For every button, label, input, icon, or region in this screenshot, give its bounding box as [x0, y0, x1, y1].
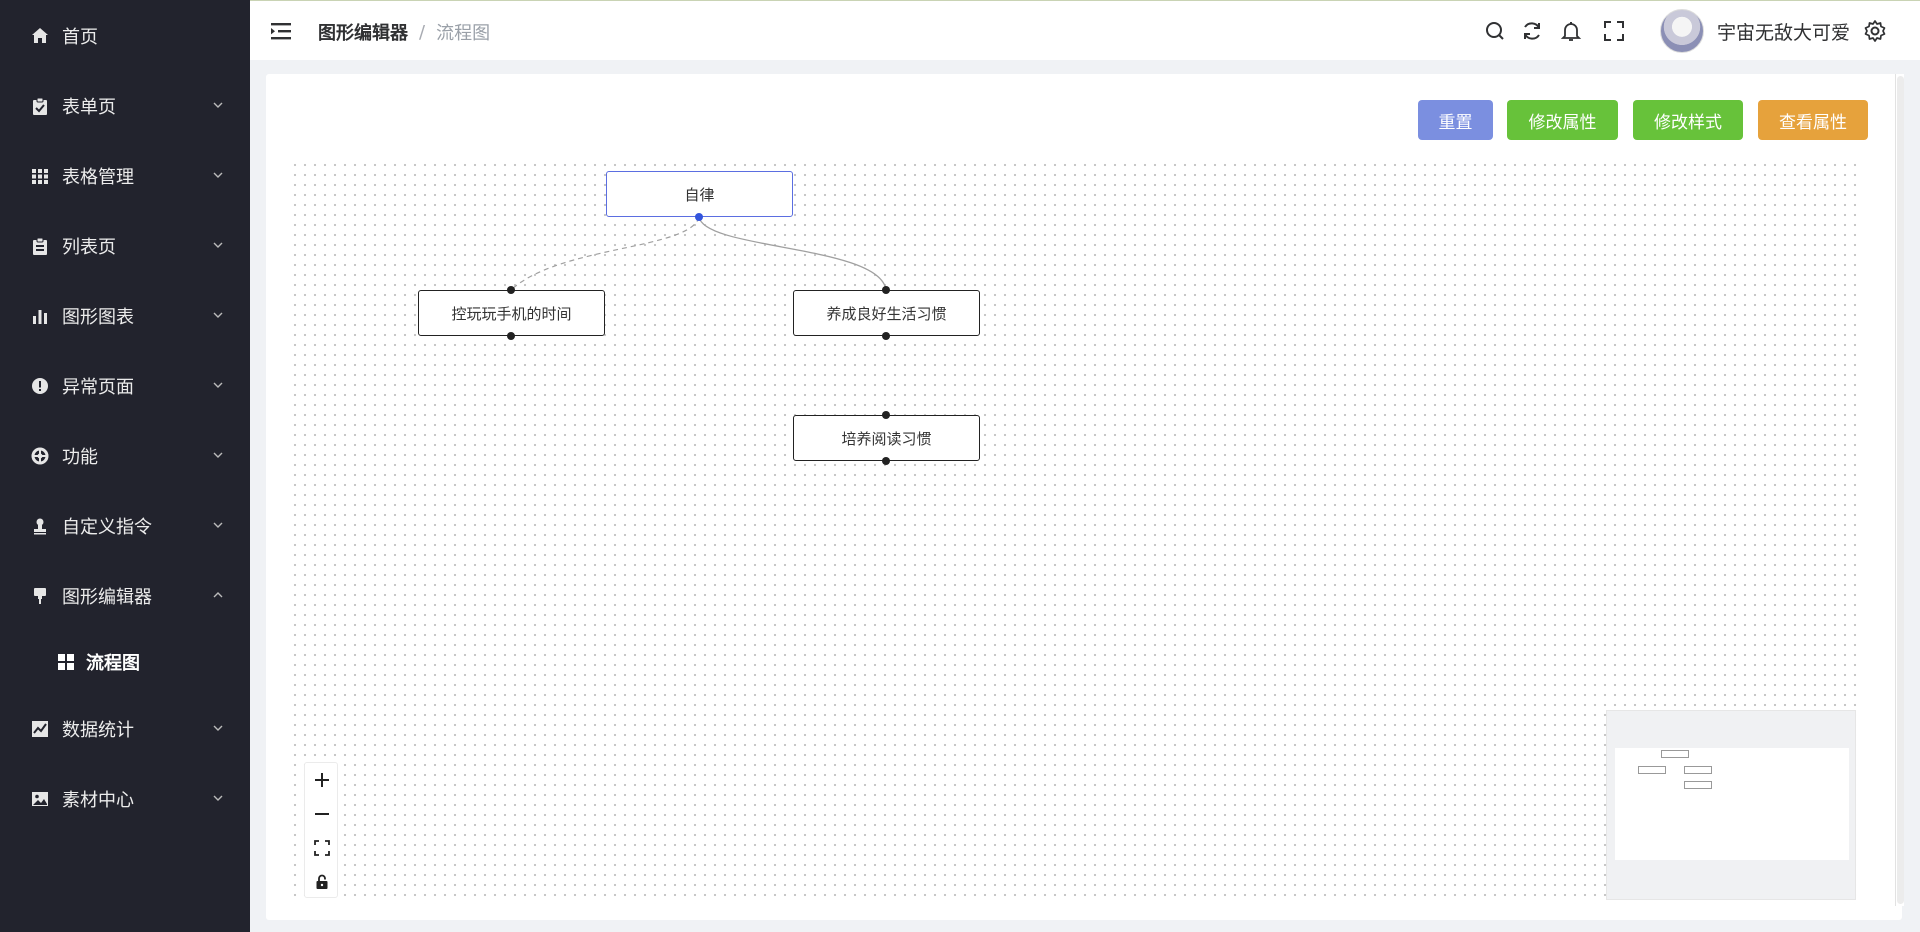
top-header: 图形编辑器 / 流程图 宇宙无敌大可爱 — [250, 0, 1920, 60]
node-anchor[interactable] — [882, 457, 890, 465]
zoom-out-icon[interactable] — [305, 797, 339, 831]
view-properties-button[interactable]: 查看属性 — [1758, 100, 1868, 140]
clipboard-list-icon — [30, 236, 50, 256]
grid-icon — [30, 166, 50, 186]
brush-icon — [30, 586, 50, 606]
sidebar-item-directive[interactable]: 自定义指令 — [0, 491, 250, 561]
fit-view-icon[interactable] — [305, 831, 339, 865]
zoom-in-icon[interactable] — [305, 763, 339, 797]
breadcrumb: 图形编辑器 / 流程图 — [318, 19, 490, 45]
flow-node-label: 自律 — [684, 185, 715, 204]
line-chart-icon — [30, 719, 50, 739]
minimap-viewport[interactable] — [1615, 748, 1849, 860]
username[interactable]: 宇宙无敌大可爱 — [1717, 18, 1850, 45]
chevron-down-icon — [213, 172, 223, 178]
vertical-scrollbar[interactable] — [1895, 74, 1904, 906]
sidebar-item-statistics[interactable]: 数据统计 — [0, 694, 250, 764]
edit-style-button[interactable]: 修改样式 — [1633, 100, 1743, 140]
sidebar: 首页 表单页 表格管理 列表页 图形图表 异常页面 功能 自定义指令 图形编辑器 — [0, 0, 250, 932]
chevron-down-icon — [213, 795, 223, 801]
clipboard-check-icon — [30, 96, 50, 116]
dashboard-grid-icon — [56, 652, 76, 672]
sidebar-item-label: 图形编辑器 — [62, 587, 152, 608]
minimap[interactable] — [1606, 710, 1856, 900]
sidebar-item-graph-editor[interactable]: 图形编辑器 — [0, 561, 250, 631]
flow-node-label: 培养阅读习惯 — [841, 429, 932, 448]
node-anchor[interactable] — [882, 286, 890, 294]
sidebar-item-label: 列表页 — [62, 237, 116, 258]
minimap-node — [1684, 766, 1712, 774]
chevron-down-icon — [213, 382, 223, 388]
chevron-down-icon — [213, 102, 223, 108]
sidebar-item-home[interactable]: 首页 — [0, 1, 250, 71]
node-anchor[interactable] — [882, 411, 890, 419]
scrollbar-thumb[interactable] — [1897, 76, 1904, 904]
zoom-controls — [304, 762, 338, 898]
sidebar-item-exception[interactable]: 异常页面 — [0, 351, 250, 421]
user-stamp-icon — [30, 516, 50, 536]
sidebar-item-assets[interactable]: 素材中心 — [0, 764, 250, 834]
node-anchor[interactable] — [507, 332, 515, 340]
flow-node[interactable]: 自律 — [606, 171, 793, 217]
node-anchor[interactable] — [882, 332, 890, 340]
minimap-node — [1661, 750, 1689, 758]
flow-node[interactable]: 控玩玩手机的时间 — [418, 290, 605, 336]
sidebar-subitem-flowchart[interactable]: 流程图 — [0, 633, 250, 691]
chevron-down-icon — [213, 522, 223, 528]
fullscreen-icon[interactable] — [1602, 19, 1626, 43]
reset-button[interactable]: 重置 — [1418, 100, 1493, 140]
chevron-down-icon — [213, 312, 223, 318]
sidebar-item-label: 功能 — [62, 447, 98, 468]
flow-node-label: 养成良好生活习惯 — [826, 304, 947, 323]
image-icon — [30, 789, 50, 809]
exclamation-circle-icon — [30, 376, 50, 396]
sidebar-item-label: 数据统计 — [62, 720, 134, 741]
breadcrumb-parent[interactable]: 图形编辑器 — [318, 19, 408, 45]
lifebuoy-icon — [30, 446, 50, 466]
node-anchor[interactable] — [695, 213, 703, 221]
sidebar-item-label: 表格管理 — [62, 167, 134, 188]
sidebar-item-label: 图形图表 — [62, 307, 134, 328]
chevron-up-icon — [213, 592, 223, 598]
search-icon[interactable] — [1483, 19, 1507, 43]
bar-chart-icon — [30, 306, 50, 326]
breadcrumb-current: 流程图 — [436, 23, 491, 44]
sidebar-item-label: 异常页面 — [62, 377, 134, 398]
node-anchor[interactable] — [507, 286, 515, 294]
sidebar-item-table[interactable]: 表格管理 — [0, 141, 250, 211]
minimap-node — [1638, 766, 1666, 774]
chevron-down-icon — [213, 242, 223, 248]
flow-node-label: 控玩玩手机的时间 — [451, 304, 572, 323]
home-icon — [30, 26, 50, 46]
flow-node[interactable]: 培养阅读习惯 — [793, 415, 980, 461]
sidebar-item-list[interactable]: 列表页 — [0, 211, 250, 281]
breadcrumb-separator: / — [419, 21, 426, 43]
flow-node[interactable]: 养成良好生活习惯 — [793, 290, 980, 336]
avatar[interactable] — [1660, 9, 1704, 53]
sidebar-item-label: 表单页 — [62, 97, 116, 118]
sidebar-subitem-label: 流程图 — [86, 653, 140, 674]
bell-icon[interactable] — [1559, 19, 1583, 43]
chevron-down-icon — [213, 452, 223, 458]
gear-icon[interactable] — [1863, 19, 1887, 43]
chevron-down-icon — [213, 725, 223, 731]
sidebar-item-label: 首页 — [62, 27, 98, 48]
menu-collapse-icon[interactable] — [271, 21, 293, 41]
sidebar-item-form[interactable]: 表单页 — [0, 71, 250, 141]
sidebar-item-label: 素材中心 — [62, 790, 134, 811]
edit-properties-button[interactable]: 修改属性 — [1507, 100, 1618, 140]
sidebar-item-function[interactable]: 功能 — [0, 421, 250, 491]
minimap-node — [1684, 781, 1712, 789]
lock-icon[interactable] — [305, 865, 339, 899]
sidebar-item-label: 自定义指令 — [62, 517, 152, 538]
sidebar-item-charts[interactable]: 图形图表 — [0, 281, 250, 351]
refresh-icon[interactable] — [1520, 19, 1544, 43]
